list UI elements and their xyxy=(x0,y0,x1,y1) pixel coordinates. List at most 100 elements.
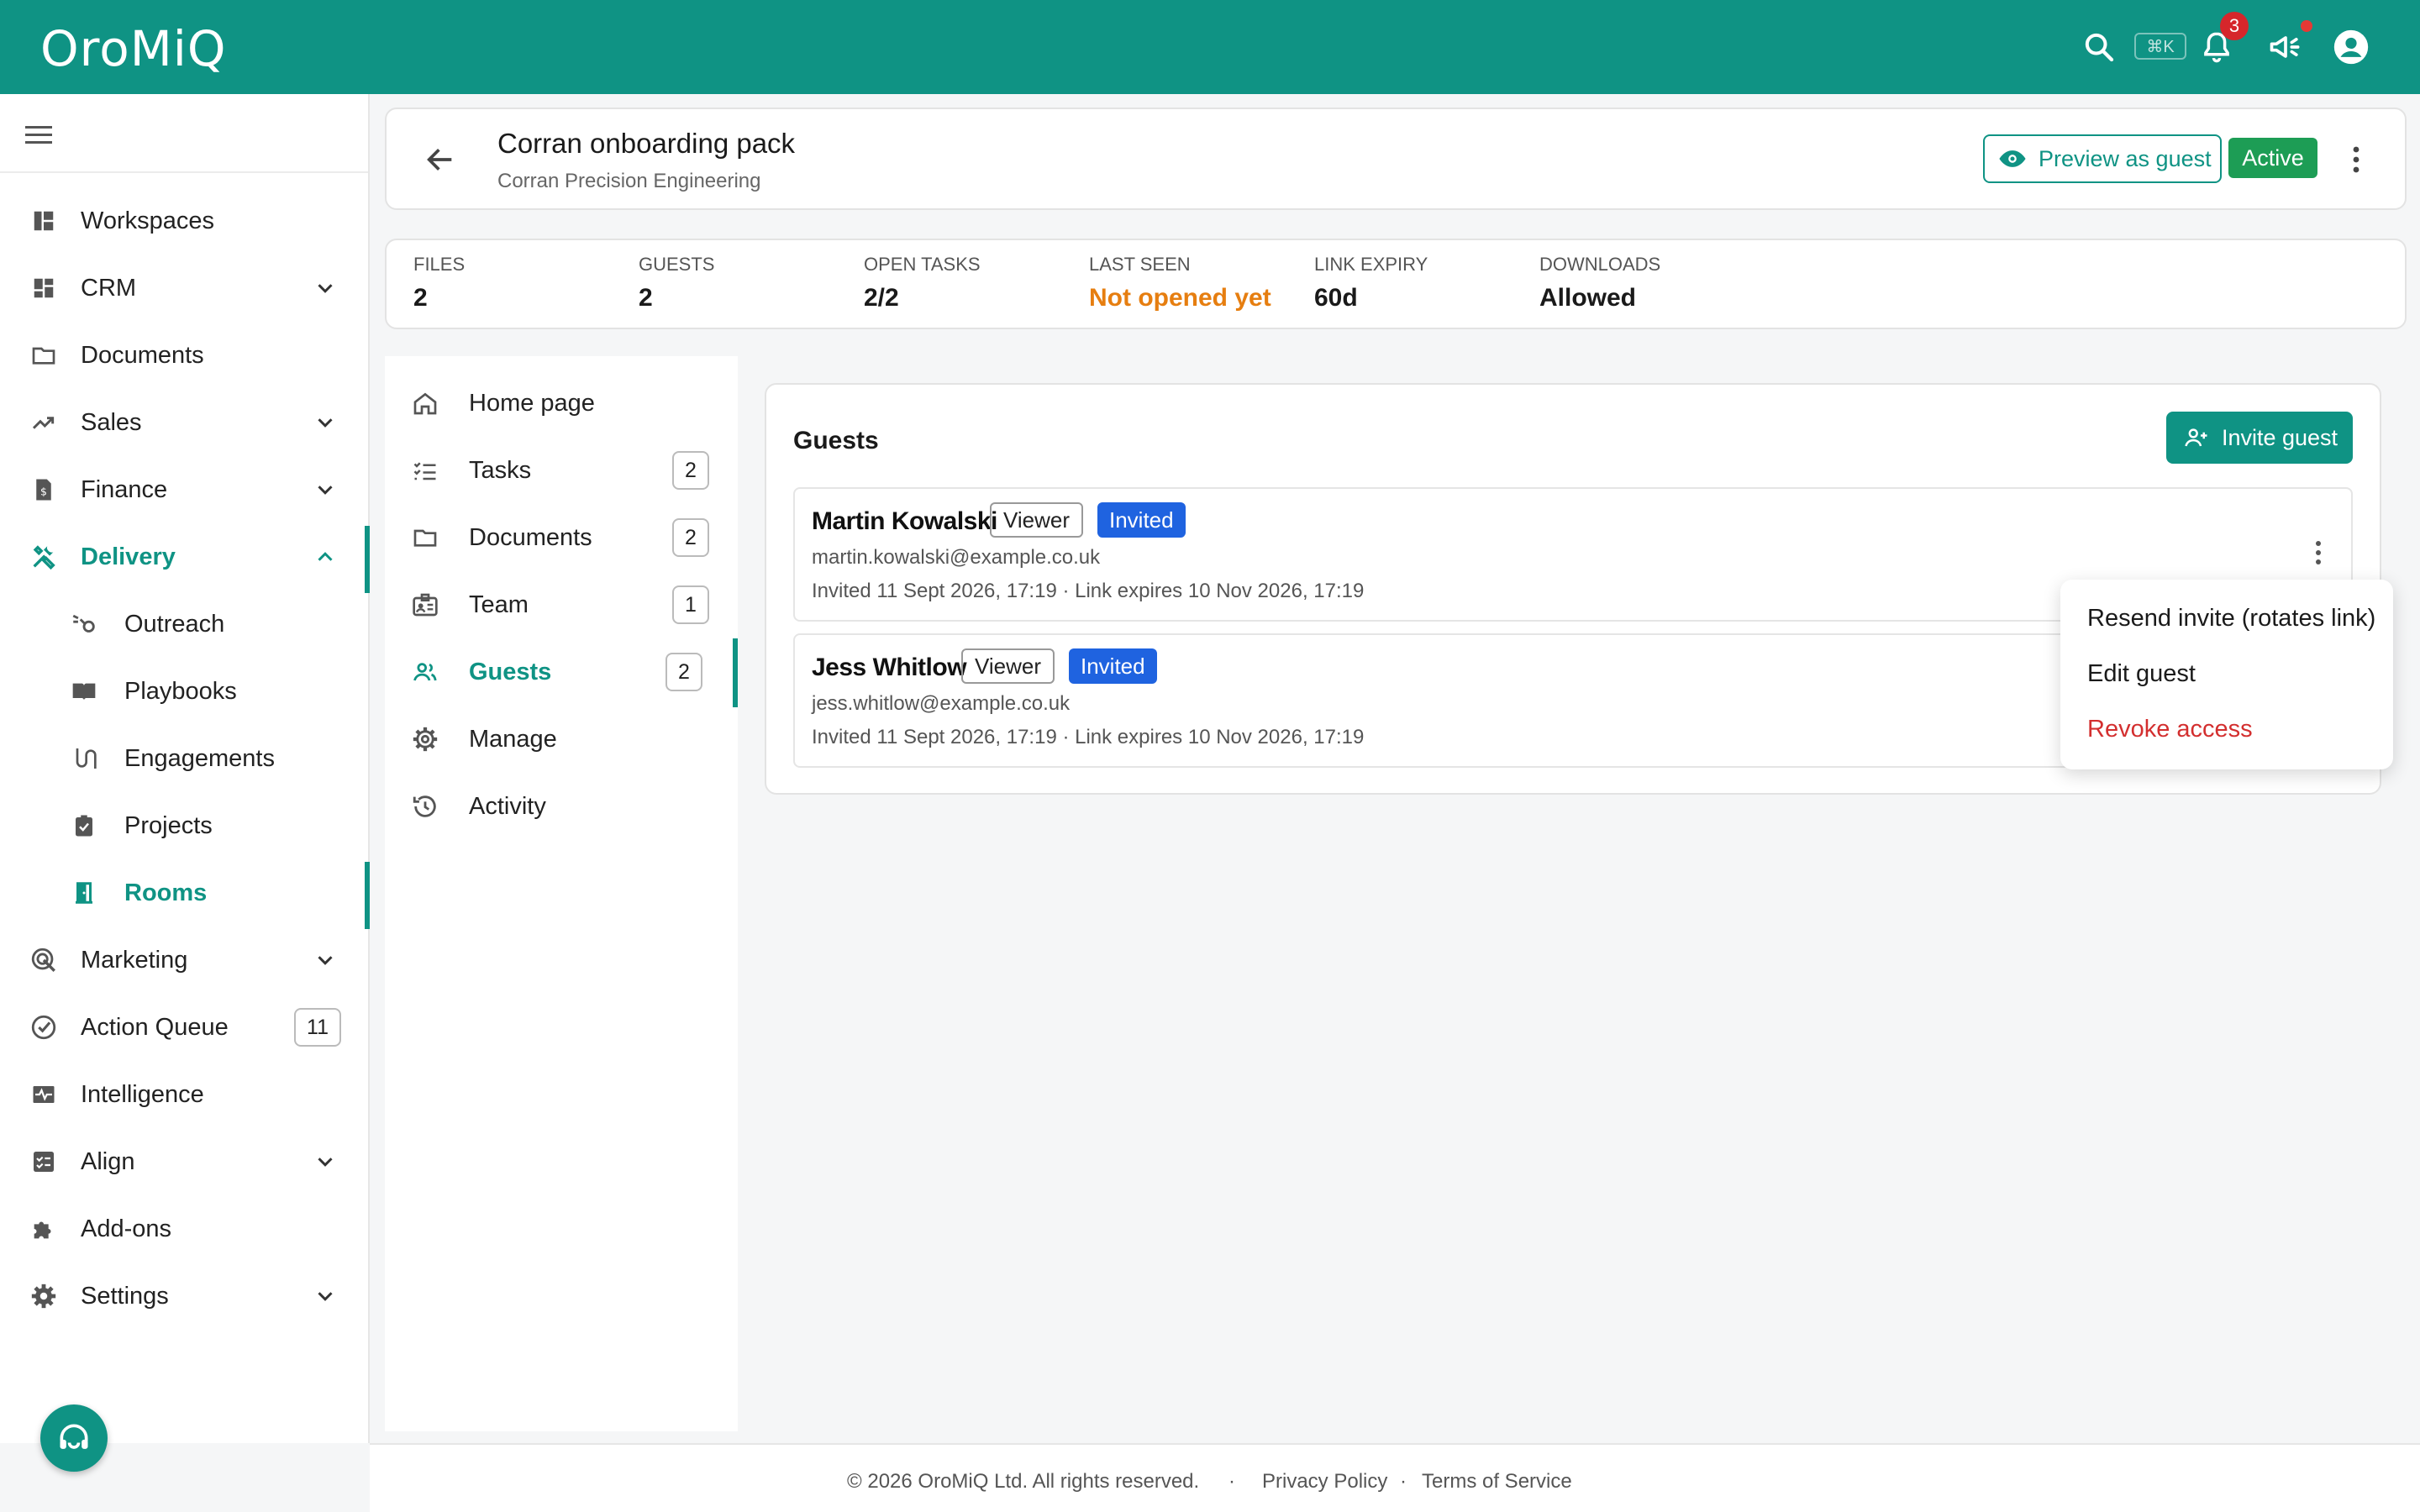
tools-icon xyxy=(29,542,59,572)
stat-value: 60d xyxy=(1314,284,1358,312)
footer-separator: · xyxy=(1228,1470,1235,1493)
route-icon xyxy=(69,743,99,774)
sidebar-item-label: Settings xyxy=(81,1282,169,1310)
preview-as-guest-label: Preview as guest xyxy=(2039,145,2212,171)
active-indicator xyxy=(365,862,370,929)
stat-label: LINK EXPIRY xyxy=(1314,254,1428,275)
privacy-policy-link[interactable]: Privacy Policy xyxy=(1262,1470,1387,1494)
chevron-down-icon[interactable] xyxy=(313,1149,338,1174)
task-list-icon xyxy=(410,455,440,486)
stat-open-tasks: OPEN TASKS 2/2 xyxy=(864,254,981,312)
sidebar-item-projects[interactable]: Projects xyxy=(0,795,368,857)
back-arrow-icon[interactable] xyxy=(424,143,457,181)
announcements-icon[interactable] xyxy=(2264,25,2307,69)
room-nav-item-manage[interactable]: Manage xyxy=(385,707,738,771)
sidebar-item-label: Documents xyxy=(81,341,204,369)
stat-label: DOWNLOADS xyxy=(1539,254,1661,275)
stat-value: 2/2 xyxy=(864,284,899,312)
sidebar-item-finance[interactable]: $ Finance xyxy=(0,459,368,521)
sidebar-item-workspaces[interactable]: Workspaces xyxy=(0,190,368,252)
sidebar-item-marketing[interactable]: Marketing xyxy=(0,929,368,991)
search-shortcut-hint: ⌘K xyxy=(2134,33,2186,60)
guest-invite-meta: Invited 11 Sept 2026, 17:19 · Link expir… xyxy=(812,726,1365,748)
preview-as-guest-button[interactable]: Preview as guest xyxy=(1983,134,2222,183)
menu-toggle-icon[interactable] xyxy=(25,124,54,150)
more-vert-icon[interactable] xyxy=(2306,536,2331,570)
room-nav-label: Tasks xyxy=(469,456,532,484)
outreach-icon xyxy=(69,609,99,639)
sidebar-item-label: Workspaces xyxy=(81,207,215,234)
section-title: Guests xyxy=(793,427,879,454)
people-icon xyxy=(410,657,440,687)
chevron-down-icon[interactable] xyxy=(313,1284,338,1309)
dashboard-icon xyxy=(29,206,59,236)
room-nav-item-home-page[interactable]: Home page xyxy=(385,371,738,435)
clipboard-check-icon xyxy=(69,811,99,841)
room-header: Corran onboarding pack Corran Precision … xyxy=(385,108,2407,210)
menu-item-edit-guest[interactable]: Edit guest xyxy=(2087,660,2196,688)
sidebar-item-intelligence[interactable]: Intelligence xyxy=(0,1063,368,1126)
sidebar-item-settings[interactable]: Settings xyxy=(0,1265,368,1327)
count-badge: 1 xyxy=(672,585,709,624)
sidebar-item-documents[interactable]: Documents xyxy=(0,324,368,386)
room-nav-item-guests[interactable]: Guests 2 xyxy=(385,640,738,704)
svg-text:$: $ xyxy=(40,485,47,497)
sidebar-item-rooms[interactable]: Rooms xyxy=(0,862,370,929)
room-nav-item-team[interactable]: Team 1 xyxy=(385,573,738,637)
sidebar-item-label: Engagements xyxy=(124,744,275,772)
stat-last-seen: LAST SEEN Not opened yet xyxy=(1089,254,1271,312)
menu-item-resend-invite[interactable]: Resend invite (rotates link) xyxy=(2087,605,2375,633)
chevron-down-icon[interactable] xyxy=(313,276,338,301)
room-nav-item-activity[interactable]: Activity xyxy=(385,774,738,838)
account-icon[interactable] xyxy=(2329,25,2373,69)
chevron-up-icon[interactable] xyxy=(313,544,338,570)
chevron-down-icon[interactable] xyxy=(313,410,338,435)
menu-item-revoke-access[interactable]: Revoke access xyxy=(2087,716,2253,743)
home-icon xyxy=(410,388,440,418)
stat-label: LAST SEEN xyxy=(1089,254,1191,275)
support-chat-button[interactable] xyxy=(40,1404,108,1472)
sidebar-item-engagements[interactable]: Engagements xyxy=(0,727,368,790)
invite-guest-label: Invite guest xyxy=(2221,424,2338,450)
room-nav: Home page Tasks 2 Documents 2 Team 1 Gue… xyxy=(385,356,738,1431)
sidebar-item-label: Sales xyxy=(81,408,142,436)
sidebar-item-action-queue[interactable]: Action Queue 11 xyxy=(0,996,368,1058)
room-stats: FILES 2 GUESTS 2 OPEN TASKS 2/2 LAST SEE… xyxy=(385,239,2407,329)
stat-label: FILES xyxy=(413,254,466,275)
copyright-text: © 2026 OroMiQ Ltd. All rights reserved. xyxy=(847,1470,1200,1493)
sidebar-item-delivery[interactable]: Delivery xyxy=(0,526,370,593)
grid-icon xyxy=(29,273,59,303)
room-nav-label: Team xyxy=(469,591,529,618)
room-nav-item-tasks[interactable]: Tasks 2 xyxy=(385,438,738,502)
sidebar-item-label: Intelligence xyxy=(81,1080,204,1108)
active-indicator xyxy=(365,526,370,593)
sidebar: Workspaces CRM Documents Sales $ Finance… xyxy=(0,94,370,1443)
puzzle-icon xyxy=(29,1214,59,1244)
status-badge: Active xyxy=(2228,138,2317,178)
app-logo[interactable]: OroMiQ xyxy=(40,20,227,77)
eye-icon xyxy=(1999,150,2026,167)
chevron-down-icon[interactable] xyxy=(313,477,338,502)
chevron-down-icon[interactable] xyxy=(313,948,338,973)
sidebar-item-add-ons[interactable]: Add-ons xyxy=(0,1198,368,1260)
book-icon xyxy=(69,676,99,706)
footer: © 2026 OroMiQ Ltd. All rights reserved. … xyxy=(370,1443,2420,1512)
announcement-dot xyxy=(2301,20,2312,32)
sidebar-item-outreach[interactable]: Outreach xyxy=(0,593,368,655)
door-icon xyxy=(69,878,99,908)
invite-guest-button[interactable]: Invite guest xyxy=(2166,412,2353,464)
stat-value: 2 xyxy=(413,284,428,312)
sidebar-item-sales[interactable]: Sales xyxy=(0,391,368,454)
more-vert-icon[interactable] xyxy=(2339,143,2373,176)
count-badge: 2 xyxy=(666,653,702,691)
checklist-icon xyxy=(29,1147,59,1177)
page-subtitle: Corran Precision Engineering xyxy=(497,170,761,192)
sidebar-item-playbooks[interactable]: Playbooks xyxy=(0,660,368,722)
room-nav-item-documents[interactable]: Documents 2 xyxy=(385,506,738,570)
guest-name: Martin Kowalski xyxy=(812,507,997,535)
sidebar-item-align[interactable]: Align xyxy=(0,1131,368,1193)
terms-of-service-link[interactable]: Terms of Service xyxy=(1422,1470,1572,1494)
sidebar-item-crm[interactable]: CRM xyxy=(0,257,368,319)
notification-count-badge: 3 xyxy=(2220,12,2249,40)
search-icon[interactable] xyxy=(2077,25,2121,69)
